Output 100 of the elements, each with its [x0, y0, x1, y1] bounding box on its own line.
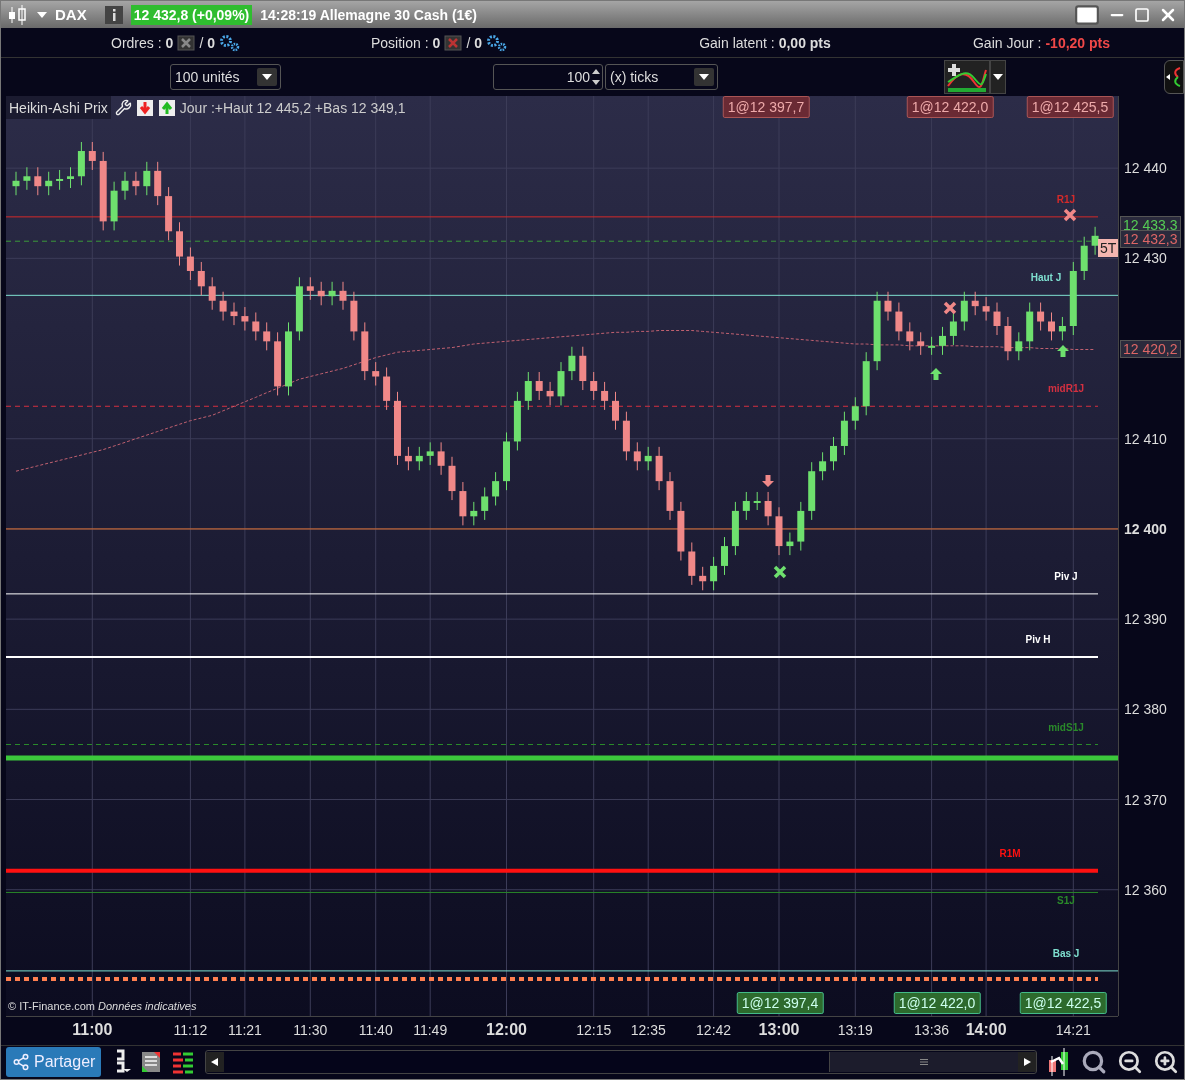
- candlestick: [949, 311, 957, 346]
- zoom-out-icon[interactable]: [1117, 1049, 1143, 1075]
- zoom-fit-icon[interactable]: [1081, 1049, 1107, 1075]
- candlestick: [699, 566, 707, 591]
- document-icon[interactable]: [141, 1051, 162, 1073]
- cancel-icon[interactable]: [177, 34, 196, 51]
- order-tag[interactable]: 1@12 422,0: [893, 992, 981, 1014]
- gears-icon[interactable]: [219, 33, 242, 52]
- candlestick: [710, 556, 718, 591]
- series-label[interactable]: Heikin-Ashi Prix: [6, 96, 111, 119]
- candlestick: [753, 491, 761, 511]
- separator-text: /: [466, 34, 471, 51]
- chart-style-icon[interactable]: [1047, 1048, 1071, 1076]
- maximize-icon[interactable]: [1134, 6, 1150, 23]
- caret-down-icon: [262, 73, 272, 81]
- candlestick: [88, 141, 96, 171]
- candlestick: [775, 506, 783, 556]
- order-tag[interactable]: 1@12 422,0: [906, 96, 994, 118]
- candlestick: [524, 371, 532, 411]
- candlestick: [503, 431, 510, 491]
- candlestick: [481, 486, 489, 521]
- candlestick: [230, 302, 238, 326]
- caret-right-icon: [1022, 1058, 1032, 1066]
- candlestick: [459, 481, 467, 526]
- time-axis-label: 11:12: [173, 1022, 208, 1038]
- order-tag[interactable]: 1@12 425,5: [1026, 96, 1114, 118]
- order-book-icon[interactable]: [171, 1050, 196, 1074]
- info-value: 0: [207, 34, 216, 51]
- candlestick: [56, 169, 64, 191]
- time-axis-label: 12:15: [576, 1022, 612, 1038]
- order-tag[interactable]: 1@12 397,4: [736, 992, 824, 1014]
- info-label: Position :: [371, 34, 429, 51]
- indicators-icon: [946, 62, 988, 92]
- scrollbar-thumb[interactable]: [829, 1052, 1018, 1072]
- info-value: 0: [474, 34, 483, 51]
- candlestick: [317, 281, 325, 306]
- candlestick: [655, 446, 663, 491]
- caret-down-icon: [699, 73, 709, 81]
- level-label: Piv J: [1054, 570, 1078, 582]
- time-axis-label: 11:49: [413, 1022, 448, 1038]
- price-axis-label: 12 430: [1124, 250, 1167, 267]
- cross-icon: [943, 301, 957, 315]
- candlestick: [274, 331, 282, 396]
- wrench-icon[interactable]: [114, 99, 132, 116]
- candlestick: [590, 371, 598, 401]
- candlestick: [830, 436, 837, 471]
- gears-icon[interactable]: [486, 33, 509, 52]
- candlestick-icon[interactable]: [7, 4, 29, 25]
- scroll-right-button[interactable]: [1018, 1052, 1036, 1072]
- time-axis-label: 13:36: [914, 1022, 950, 1038]
- candlestick: [688, 541, 696, 586]
- side-panel-button[interactable]: [1164, 60, 1184, 94]
- level-label: S1J: [1057, 895, 1075, 907]
- candlestick: [361, 321, 369, 381]
- info-value: 0: [165, 34, 174, 51]
- order-tag[interactable]: 1@12 397,7: [722, 96, 810, 118]
- candlestick: [862, 351, 870, 416]
- candlestick: [960, 291, 968, 331]
- ticks-unit-select[interactable]: (x) ticks: [605, 64, 718, 90]
- share-button[interactable]: Partager: [6, 1047, 102, 1077]
- price-axis-label: 12 370: [1124, 791, 1167, 808]
- cross-icon: [1063, 208, 1077, 222]
- level-label: midR1J: [1047, 383, 1085, 395]
- candlestick: [252, 311, 260, 341]
- ticks-input[interactable]: 100: [493, 64, 603, 90]
- candlestick: [633, 441, 641, 471]
- candlestick: [295, 276, 303, 341]
- price-axis-label: 12 440: [1124, 160, 1167, 177]
- candlestick: [513, 391, 521, 451]
- info-value: 0: [432, 34, 441, 51]
- info-label: Gain Jour :: [972, 34, 1042, 51]
- info-icon[interactable]: [104, 5, 123, 24]
- quantity-select[interactable]: 100 unités: [170, 64, 281, 90]
- dropdown-button[interactable]: [990, 60, 1006, 94]
- level-label: midS1J: [1048, 721, 1084, 733]
- candlestick: [601, 381, 609, 411]
- price-axis-label: 12 380: [1124, 701, 1167, 718]
- candlestick: [165, 186, 173, 241]
- instrument-description: 14:28:19 Allemagne 30 Cash (1€): [260, 6, 477, 23]
- order-tag[interactable]: 1@12 422,5: [1019, 992, 1107, 1014]
- zoom-in-icon[interactable]: [1153, 1049, 1179, 1075]
- indicators-button[interactable]: [944, 60, 990, 94]
- candlestick: [448, 456, 456, 501]
- candlestick: [23, 166, 31, 191]
- cancel-icon[interactable]: [444, 34, 463, 51]
- candlestick: [808, 461, 816, 521]
- arrow-up-icon: [930, 368, 942, 380]
- horizontal-scrollbar[interactable]: [205, 1050, 1037, 1074]
- spread-badge: 5T: [1098, 239, 1119, 257]
- separator-text: /: [199, 34, 204, 51]
- candlestick: [546, 381, 554, 406]
- candlestick: [644, 446, 652, 471]
- candlestick: [154, 161, 162, 206]
- level-label: Bas J: [1052, 947, 1080, 959]
- candlestick: [906, 321, 914, 351]
- time-axis-label: 11:30: [293, 1022, 328, 1038]
- candlestick: [197, 261, 205, 296]
- candlestick: [557, 361, 565, 406]
- candlestick: [764, 491, 772, 526]
- scroll-left-button[interactable]: [206, 1052, 225, 1072]
